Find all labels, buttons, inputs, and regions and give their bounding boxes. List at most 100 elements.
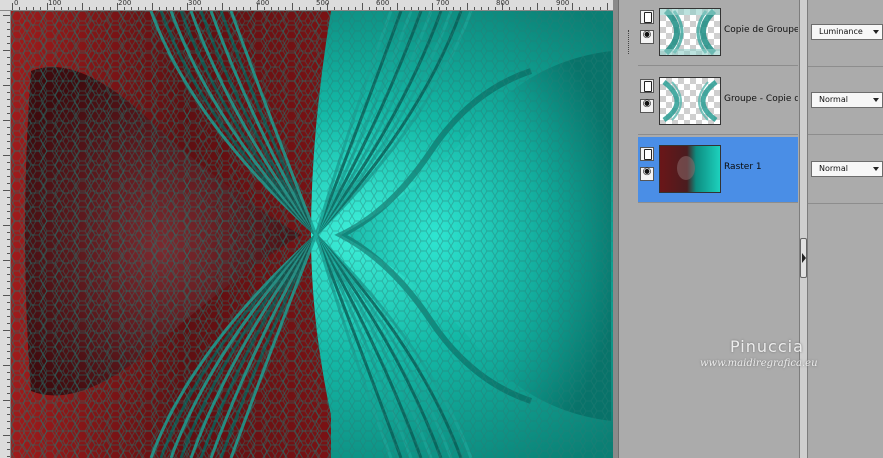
ruler-tick <box>7 267 10 268</box>
row-divider <box>808 134 883 135</box>
ruler-tick <box>7 281 10 282</box>
ruler-label: 0 <box>14 0 19 7</box>
ruler-tick <box>593 7 594 10</box>
ruler-label: 300 <box>188 0 202 7</box>
ruler-tick <box>7 218 10 219</box>
ruler-tick <box>530 7 531 10</box>
layer-lock-icon[interactable] <box>640 147 654 161</box>
eye-icon[interactable]: ◉ <box>640 98 654 113</box>
ruler-tick <box>7 134 10 135</box>
ruler-tick <box>61 7 62 10</box>
layer-thumbnail[interactable] <box>659 77 721 125</box>
ruler-tick <box>7 162 10 163</box>
ruler-label: 600 <box>376 0 390 7</box>
ruler-tick <box>467 3 468 10</box>
ruler-tick <box>397 3 398 10</box>
ruler-tick <box>320 7 321 10</box>
layer-thumbnail[interactable] <box>659 145 721 193</box>
ruler-tick <box>7 64 10 65</box>
ruler-tick <box>54 7 55 10</box>
artwork-canvas[interactable] <box>11 11 613 458</box>
blend-mode-dropdown[interactable]: Luminance <box>811 24 883 40</box>
layer-lock-icon[interactable] <box>640 10 654 24</box>
ruler-tick <box>7 449 10 450</box>
ruler-tick <box>7 232 10 233</box>
layer-name[interactable]: Raster 1 <box>724 162 798 172</box>
ruler-tick <box>481 7 482 10</box>
ruler-tick <box>7 71 10 72</box>
ruler-tick <box>7 127 10 128</box>
ruler-tick <box>7 372 10 373</box>
ruler-tick <box>7 113 10 114</box>
panel-collapse-arrow-icon[interactable] <box>800 238 807 278</box>
ruler-tick <box>68 7 69 10</box>
layer-name[interactable]: Copie de Groupe - <box>724 25 798 35</box>
layer-name[interactable]: Groupe - Copie de <box>724 94 798 104</box>
ruler-tick <box>180 7 181 10</box>
ruler-tick <box>509 7 510 10</box>
panel-divider <box>799 0 808 458</box>
image-canvas[interactable] <box>11 11 615 458</box>
watermark-name: Pinuccia <box>730 337 804 356</box>
ruler-tick <box>425 7 426 10</box>
ruler-tick <box>313 7 314 10</box>
blend-mode-value: Normal <box>819 164 848 173</box>
ruler-tick <box>3 400 10 401</box>
ruler-tick <box>3 435 10 436</box>
ruler-tick <box>229 7 230 10</box>
horizontal-ruler: 0 100 200 300 400 500 600 700 800 900 <box>0 0 618 11</box>
layer-row-raster-1[interactable]: ◉ Raster 1 <box>638 137 798 203</box>
ruler-tick <box>7 239 10 240</box>
ruler-tick <box>110 7 111 10</box>
ruler-tick <box>285 7 286 10</box>
ruler-tick <box>7 78 10 79</box>
ruler-tick <box>7 344 10 345</box>
ruler-tick <box>215 7 216 10</box>
ruler-tick <box>7 442 10 443</box>
ruler-tick <box>432 3 433 10</box>
ruler-tick <box>3 85 10 86</box>
layer-row-groupe-copie[interactable]: ◉ Groupe - Copie de <box>638 69 798 135</box>
blend-mode-dropdown[interactable]: Normal <box>811 92 883 108</box>
chevron-down-icon <box>873 30 879 34</box>
layer-thumbnail[interactable] <box>659 8 721 56</box>
ruler-tick <box>117 3 118 10</box>
ruler-tick <box>7 358 10 359</box>
ruler-tick <box>89 7 90 10</box>
ruler-tick <box>537 3 538 10</box>
ruler-tick <box>369 7 370 10</box>
ruler-tick <box>355 7 356 10</box>
ruler-tick <box>7 176 10 177</box>
ruler-tick <box>7 414 10 415</box>
ruler-tick <box>236 7 237 10</box>
ruler-tick <box>558 7 559 10</box>
layer-row-copie-de-groupe[interactable]: ◉ Copie de Groupe - <box>638 0 798 66</box>
ruler-tick <box>7 379 10 380</box>
group-tree-line <box>628 30 630 54</box>
ruler-tick <box>292 3 293 10</box>
ruler-tick <box>418 7 419 10</box>
ruler-tick <box>19 7 20 10</box>
ruler-label: 900 <box>556 0 570 7</box>
ruler-tick <box>103 7 104 10</box>
ruler-tick <box>75 7 76 10</box>
eye-icon[interactable]: ◉ <box>640 166 654 181</box>
ruler-tick <box>7 211 10 212</box>
ruler-tick <box>7 337 10 338</box>
ruler-tick <box>159 7 160 10</box>
ruler-tick <box>579 7 580 10</box>
ruler-tick <box>7 393 10 394</box>
ruler-tick <box>82 3 83 10</box>
blend-mode-dropdown[interactable]: Normal <box>811 161 883 177</box>
ruler-tick <box>271 7 272 10</box>
ruler-tick <box>376 7 377 10</box>
ruler-tick <box>3 155 10 156</box>
eye-icon[interactable]: ◉ <box>640 29 654 44</box>
layer-lock-icon[interactable] <box>640 79 654 93</box>
ruler-tick <box>3 120 10 121</box>
image-canvas-area[interactable]: 0 100 200 300 400 500 600 700 800 900 <box>0 0 618 458</box>
ruler-tick <box>222 3 223 10</box>
ruler-tick <box>586 7 587 10</box>
ruler-tick <box>7 316 10 317</box>
ruler-tick <box>404 7 405 10</box>
